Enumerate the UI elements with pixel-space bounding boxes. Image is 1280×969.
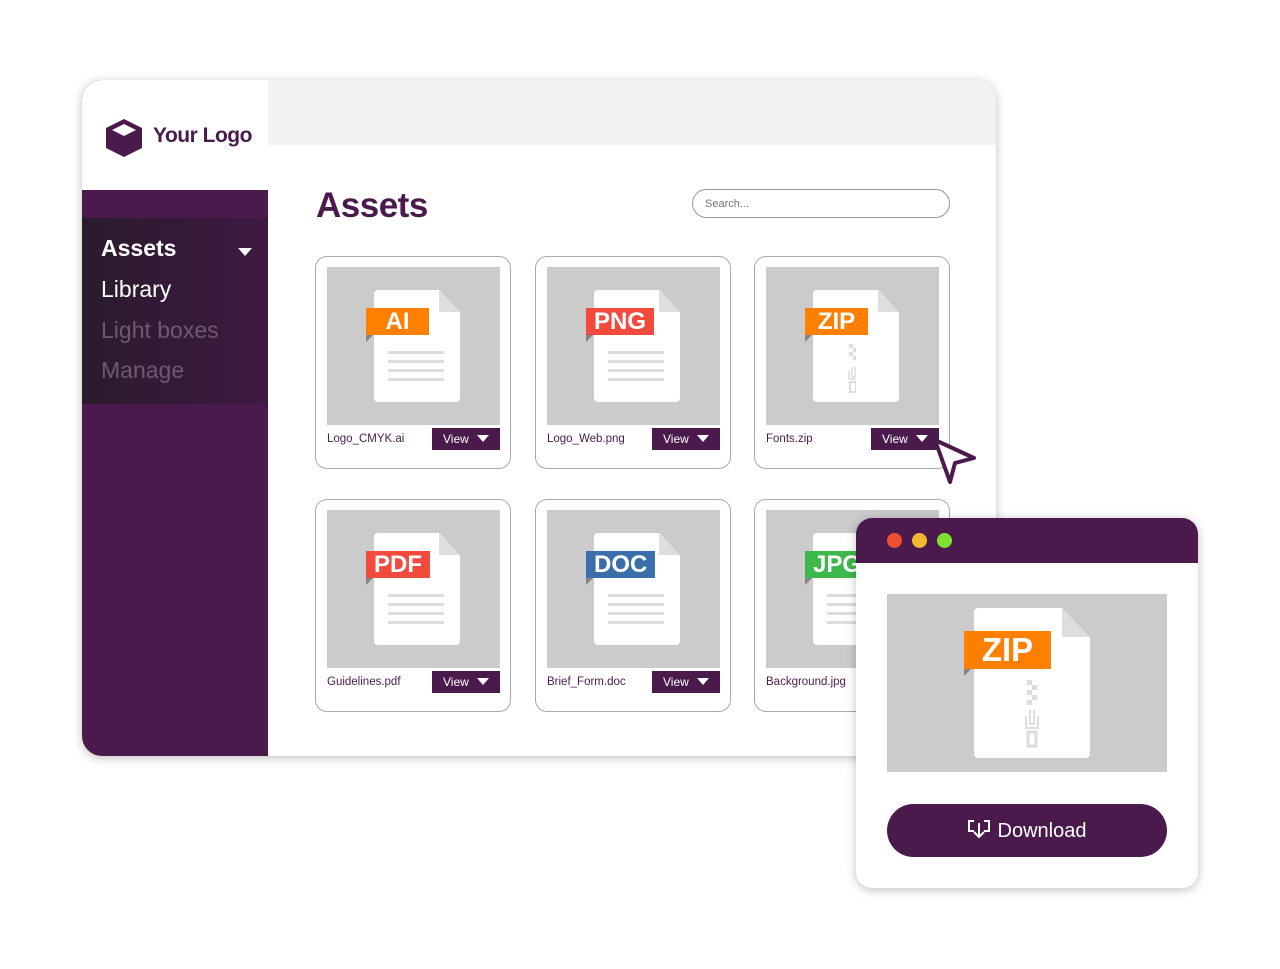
- sidebar-item-light-boxes[interactable]: Light boxes: [101, 317, 219, 344]
- sidebar-menu: Assets Library Light boxes Manage: [82, 218, 268, 404]
- file-name: Logo_Web.png: [547, 433, 625, 445]
- file-name: Brief_Form.doc: [547, 676, 626, 688]
- top-bar: [268, 80, 996, 145]
- file-name: Logo_CMYK.ai: [327, 433, 405, 445]
- file-type-tag: DOC: [586, 551, 656, 578]
- file-name: Fonts.zip: [766, 433, 813, 445]
- sidebar: Your Logo Assets Library Light boxes Man…: [82, 80, 268, 756]
- chevron-down-icon: [697, 678, 709, 685]
- view-button[interactable]: View: [432, 428, 500, 450]
- download-button[interactable]: Download: [887, 804, 1167, 857]
- view-button[interactable]: View: [432, 671, 500, 693]
- minimize-dot[interactable]: [912, 533, 927, 548]
- cursor-pointer-icon: [933, 438, 976, 484]
- search-input[interactable]: [692, 189, 950, 218]
- logo[interactable]: Your Logo: [82, 80, 268, 190]
- view-button[interactable]: View: [871, 428, 939, 450]
- view-button[interactable]: View: [652, 428, 720, 450]
- zipper-icon: [1025, 680, 1039, 748]
- sidebar-item-manage[interactable]: Manage: [101, 357, 184, 384]
- popup-preview: ZIP: [887, 594, 1167, 772]
- chevron-down-icon: [697, 435, 709, 442]
- view-label: View: [663, 675, 689, 689]
- asset-card[interactable]: DOC Brief_Form.doc View: [535, 499, 731, 712]
- text-lines-icon: [608, 351, 664, 387]
- asset-card[interactable]: PDF Guidelines.pdf View: [315, 499, 511, 712]
- chevron-down-icon[interactable]: [238, 248, 252, 256]
- sidebar-item-assets[interactable]: Assets: [101, 235, 176, 262]
- text-lines-icon: [608, 594, 664, 630]
- view-label: View: [443, 432, 469, 446]
- chevron-down-icon: [916, 435, 928, 442]
- view-label: View: [663, 432, 689, 446]
- text-lines-icon: [388, 351, 444, 387]
- download-popup: ZIP Download: [856, 518, 1198, 888]
- file-fold: [1062, 608, 1090, 637]
- zipper-icon: [848, 344, 856, 393]
- view-label: View: [882, 432, 908, 446]
- page-title: Assets: [316, 186, 428, 225]
- view-label: View: [443, 675, 469, 689]
- download-label: Download: [997, 819, 1087, 842]
- file-thumbnail[interactable]: PDF: [327, 510, 500, 668]
- file-thumbnail[interactable]: AI: [327, 267, 500, 425]
- download-icon: [967, 819, 990, 838]
- chevron-down-icon: [477, 678, 489, 685]
- sidebar-item-library[interactable]: Library: [101, 276, 171, 303]
- asset-card[interactable]: PNG Logo_Web.png View: [535, 256, 731, 469]
- maximize-dot[interactable]: [937, 533, 952, 548]
- popup-titlebar: [856, 518, 1198, 563]
- close-dot[interactable]: [887, 533, 902, 548]
- logo-text: Your Logo: [153, 124, 252, 147]
- asset-card[interactable]: AI Logo_CMYK.ai View: [315, 256, 511, 469]
- file-type-tag: PNG: [586, 308, 655, 335]
- file-type-tag: ZIP: [805, 308, 868, 335]
- file-type-tag: ZIP: [964, 631, 1051, 669]
- view-button[interactable]: View: [652, 671, 720, 693]
- file-type-tag: PDF: [366, 551, 430, 578]
- file-type-tag: AI: [366, 308, 429, 335]
- file-thumbnail[interactable]: PNG: [547, 267, 720, 425]
- text-lines-icon: [388, 594, 444, 630]
- chevron-down-icon: [477, 435, 489, 442]
- file-name: Guidelines.pdf: [327, 676, 401, 688]
- file-name: Background.jpg: [766, 676, 846, 688]
- cube-logo-icon: [106, 119, 142, 157]
- asset-card[interactable]: ZIP Fonts.zip View: [754, 256, 950, 469]
- file-thumbnail[interactable]: DOC: [547, 510, 720, 668]
- file-thumbnail[interactable]: ZIP: [766, 267, 939, 425]
